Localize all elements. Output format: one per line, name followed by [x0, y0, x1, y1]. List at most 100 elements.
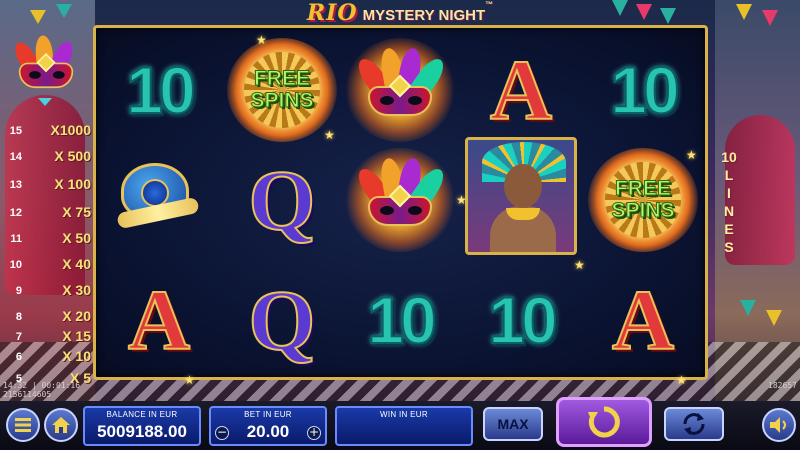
spin-button[interactable]	[556, 397, 652, 447]
session-id: 2156114605	[3, 390, 52, 399]
win-panel: WIN IN EUR	[335, 406, 473, 446]
paytable-line-number: 12	[9, 207, 22, 219]
bunting-flag	[30, 10, 46, 24]
bunting-flag	[612, 0, 628, 16]
symbol-mask	[341, 36, 459, 144]
paytable-line-number: 11	[10, 233, 22, 245]
menu-button[interactable]	[6, 408, 40, 442]
title-rio: RIO	[306, 0, 358, 26]
paytable-row: 9 X 30	[0, 282, 92, 302]
paytable-multiplier: X 10	[62, 348, 91, 364]
bunting-flag	[766, 310, 782, 326]
bet-label: BET IN EUR	[244, 410, 292, 419]
paytable-multiplier: X 40	[62, 256, 91, 272]
lines-label: 10 L I N E S	[716, 148, 742, 256]
symbol-ten: 10	[366, 282, 437, 358]
spin-icon	[588, 406, 620, 438]
lines-letter: S	[724, 239, 734, 255]
paytable-line-number: 8	[15, 311, 22, 323]
paytable-line-number: 15	[9, 125, 22, 137]
home-icon	[52, 417, 70, 433]
star-icon: ★	[324, 128, 335, 142]
symbol-a: A	[127, 271, 191, 369]
star-icon: ★	[184, 373, 195, 387]
title-mystery-night: MYSTERY NIGHT	[362, 7, 486, 24]
paytable-line-number: 13	[9, 179, 22, 191]
carnival-mask-icon	[353, 156, 449, 230]
home-button[interactable]	[44, 408, 78, 442]
paytable-row: 15 X1000	[0, 122, 92, 142]
paytable-multiplier: X1000	[50, 122, 91, 138]
win-label: WIN IN EUR	[380, 410, 428, 419]
symbol-ten: 10	[609, 52, 680, 128]
symbol-free-spins: FREE SPINS	[584, 146, 702, 254]
symbol-q: Q	[248, 151, 317, 249]
balance-label: BALANCE IN EUR	[106, 410, 178, 419]
samba-dancer-icon	[465, 137, 577, 255]
balance-value: 5009188.00	[97, 422, 187, 441]
paytable-row: 11 X 50	[0, 230, 92, 250]
menu-icon	[15, 418, 31, 432]
lines-letter: I	[727, 185, 731, 201]
hat-icon	[107, 155, 211, 245]
paytable-multiplier: X 500	[54, 148, 91, 164]
paytable-row: 13 X 100	[0, 176, 92, 196]
carnival-mask-icon	[353, 46, 449, 120]
paytable-multiplier: X 100	[54, 176, 91, 192]
paytable-row: 8 X 20	[0, 308, 92, 328]
star-icon: ★	[456, 193, 467, 207]
symbol-hat	[100, 146, 218, 254]
symbol-dancer	[462, 137, 580, 255]
star-icon: ★	[676, 373, 687, 387]
right-code: 182657	[768, 381, 797, 390]
paytable-pointer-icon	[38, 98, 52, 106]
paytable-multiplier: X 75	[62, 204, 91, 220]
symbol-a: A	[611, 271, 675, 369]
paytable-line-number: 7	[15, 331, 22, 343]
bunting-flag	[660, 8, 676, 24]
star-icon: ★	[686, 148, 697, 162]
bunting-flag	[740, 300, 756, 316]
paytable-line-number: 10	[9, 259, 22, 271]
clock-info: 14:32 | 00:01:16	[3, 381, 81, 390]
star-icon: ★	[574, 258, 585, 272]
paytable-row: 14 X 500	[0, 148, 92, 168]
sound-button[interactable]	[762, 408, 796, 442]
lines-letter: N	[723, 203, 735, 219]
bunting-flag	[762, 10, 778, 26]
paytable-row: 6 X 10	[0, 348, 92, 368]
star-icon: ★	[256, 33, 267, 47]
symbol-ten: 10	[487, 282, 558, 358]
bunting-flag	[736, 4, 752, 20]
bet-increase-button[interactable]: +	[307, 426, 321, 440]
reel-window: 10 A FREE SPINS Q Q 10 A 10 10 FREE SPIN…	[93, 25, 708, 387]
autoplay-icon	[683, 413, 705, 435]
lines-letter: L	[724, 167, 734, 183]
bet-panel: BET IN EUR 20.00 − +	[209, 406, 327, 446]
paytable-multiplier: X 50	[62, 230, 91, 246]
trademark: ™	[485, 0, 494, 9]
symbol-ten: 10	[125, 52, 196, 128]
game-screen: RIO MYSTERY NIGHT™ 15 X1000 14 X 500 13 X 100…	[0, 0, 800, 450]
symbol-a: A	[489, 41, 553, 139]
speaker-icon	[770, 417, 786, 433]
symbol-mask	[341, 146, 459, 254]
paytable-line-number: 6	[15, 351, 22, 363]
paytable-line-number: 14	[9, 151, 22, 163]
paytable-row: 7 X 15	[0, 328, 92, 348]
paytable-mask-icon	[10, 30, 80, 102]
bet-decrease-button[interactable]: −	[215, 426, 229, 440]
bunting-flag	[636, 4, 652, 20]
paytable-multiplier: X 30	[62, 282, 91, 298]
paytable-row: 10 X 40	[0, 256, 92, 276]
paytable-multiplier: X 20	[62, 308, 91, 324]
balance-panel: BALANCE IN EUR 5009188.00	[83, 406, 201, 446]
bunting-flag	[56, 4, 72, 18]
paytable-multiplier: X 15	[62, 328, 91, 344]
autoplay-button[interactable]	[664, 407, 724, 441]
symbol-q: Q	[248, 271, 317, 369]
lines-count: 10	[721, 149, 737, 165]
paytable-row: 12 X 75	[0, 204, 92, 224]
lines-letter: E	[724, 221, 734, 237]
max-bet-button[interactable]: MAX	[483, 407, 543, 441]
